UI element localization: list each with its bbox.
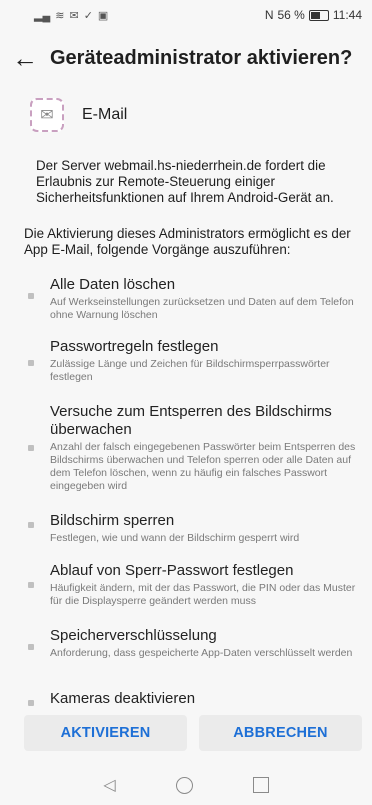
- arrow-left-icon[interactable]: ←: [12, 43, 50, 74]
- email-app-icon: ✉: [30, 98, 64, 132]
- bullet-icon: [28, 582, 34, 588]
- status-right: N 56 % 11:44: [265, 8, 362, 22]
- status-bar: ▂▄ ≋ ✉ ✓ ▣ N 56 % 11:44: [0, 0, 372, 30]
- app-name: E-Mail: [82, 106, 128, 123]
- permission-item: Kameras deaktivieren: [24, 690, 358, 708]
- permission-title: Versuche zum Entsperren des Bildschirms …: [50, 403, 332, 438]
- navigation-bar: ◁: [0, 765, 372, 805]
- bullet-icon: [28, 700, 34, 706]
- nav-recent-icon[interactable]: [252, 777, 269, 793]
- permission-title: Passwortregeln festlegen: [50, 338, 219, 355]
- page-title: Geräteadministrator aktivieren?: [50, 46, 353, 69]
- battery-percent: 56 %: [277, 8, 305, 22]
- permission-item: Passwortregeln festlegen Zulässige Länge…: [24, 338, 358, 384]
- permission-description: Häufigkeit ändern, mit der das Passwort,…: [50, 582, 356, 607]
- nav-back-icon[interactable]: ◁: [103, 775, 115, 795]
- permission-title: Alle Daten löschen: [50, 276, 176, 293]
- clock: 11:44: [332, 8, 362, 22]
- title-bar: ← Geräteadministrator aktivieren?: [0, 30, 372, 86]
- permission-title: Speicherverschlüsselung: [50, 627, 217, 644]
- permission-title: Ablauf von Sperr-Passwort festlegen: [50, 562, 294, 579]
- bullet-icon: [28, 445, 34, 451]
- nfc-icon: N: [264, 8, 274, 22]
- server-description: Der Server webmail.hs-niederrhein.de for…: [36, 158, 334, 205]
- permission-title: Kameras deaktivieren: [50, 690, 196, 707]
- signal-icon: ▂▄: [34, 9, 51, 22]
- permission-title: Bildschirm sperren: [50, 512, 175, 529]
- permissions-intro: Die Aktivierung dieses Administrators er…: [24, 226, 351, 257]
- bullet-icon: [28, 644, 34, 650]
- battery-icon: [308, 9, 329, 21]
- mail-icon: ✉: [69, 9, 79, 22]
- wifi-icon: ≋: [55, 9, 65, 22]
- image-icon: ▣: [97, 9, 109, 22]
- status-icons: ▂▄ ≋ ✉ ✓ ▣: [34, 9, 108, 22]
- action-bar: AKTIVIEREN ABBRECHEN: [24, 715, 362, 751]
- cancel-button[interactable]: ABBRECHEN: [199, 715, 362, 751]
- app-row: ✉ E-Mail: [0, 86, 372, 138]
- permission-item: Alle Daten löschen Auf Werkseinstellunge…: [24, 276, 358, 322]
- permission-item: Speicherverschlüsselung Anforderung, das…: [24, 627, 358, 660]
- permission-description: Anforderung, dass gespeicherte App-Daten…: [50, 647, 353, 659]
- bullet-icon: [28, 522, 34, 528]
- permission-description: Auf Werkseinstellungen zurücksetzen und …: [50, 296, 354, 321]
- permission-description: Anzahl der falsch eingegebenen Passwörte…: [50, 441, 356, 492]
- permission-item: Ablauf von Sperr-Passwort festlegen Häuf…: [24, 562, 358, 608]
- permission-item: Versuche zum Entsperren des Bildschirms …: [24, 403, 358, 493]
- bullet-icon: [28, 360, 34, 366]
- permission-description: Festlegen, wie und wann der Bildschirm g…: [50, 532, 300, 544]
- nav-home-icon[interactable]: [175, 776, 193, 794]
- permission-description: Zulässige Länge und Zeichen für Bildschi…: [50, 358, 330, 383]
- permission-item: Bildschirm sperren Festlegen, wie und wa…: [24, 512, 358, 545]
- check-icon: ✓: [83, 9, 93, 22]
- bullet-icon: [28, 293, 34, 299]
- activate-button[interactable]: AKTIVIEREN: [24, 715, 187, 751]
